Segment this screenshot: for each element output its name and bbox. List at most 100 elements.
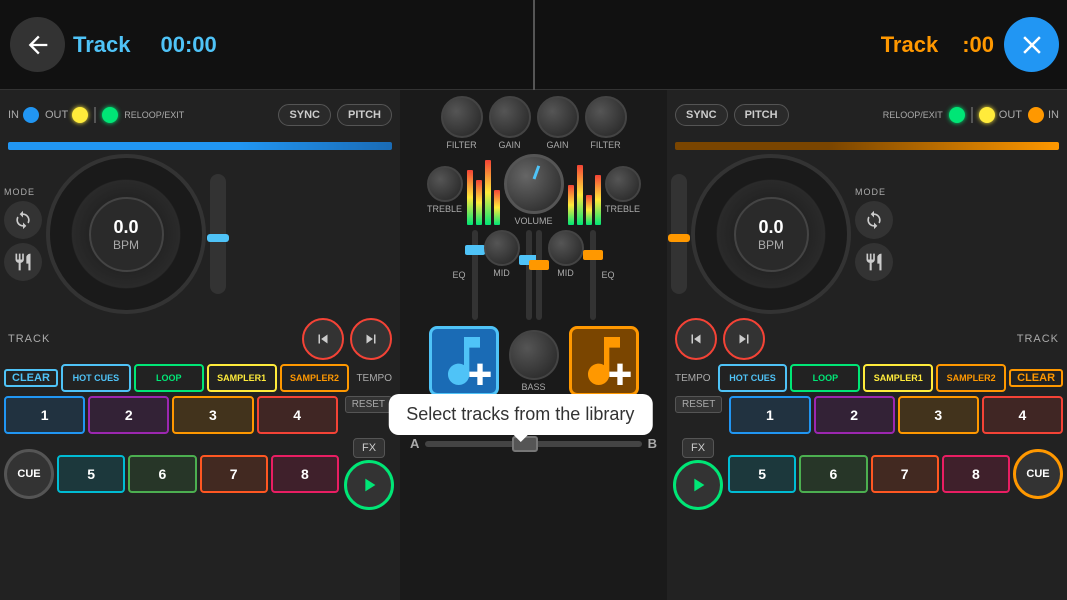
right-vol-handle — [529, 260, 549, 270]
right-reset-button[interactable]: RESET — [675, 396, 722, 413]
right-channel-fader[interactable] — [590, 230, 596, 320]
back-button[interactable] — [10, 17, 65, 72]
left-num-btn-4[interactable]: 4 — [257, 396, 338, 434]
right-filter-knob[interactable] — [585, 96, 627, 138]
mixer-adjust-button[interactable] — [458, 403, 496, 429]
left-turntable[interactable]: 0.0 BPM — [46, 154, 206, 314]
right-prev-track-button[interactable] — [675, 318, 717, 360]
right-track-label: TRACK — [1017, 333, 1059, 345]
right-play-button[interactable] — [673, 460, 723, 510]
mixer-icon — [469, 408, 485, 424]
left-channel-fader[interactable] — [472, 230, 478, 320]
left-mid-label: MID — [493, 268, 510, 278]
left-hotcues-btn[interactable]: HOT CUES — [61, 364, 131, 392]
right-mid-knob[interactable] — [548, 230, 584, 266]
left-sync-button[interactable]: SYNC — [278, 104, 331, 126]
cf-a-label: A — [410, 436, 419, 451]
right-num-btn-5[interactable]: 5 — [728, 455, 796, 493]
right-num-btn-3[interactable]: 3 — [898, 396, 979, 434]
cf-b-label: B — [648, 436, 657, 451]
left-clear-button[interactable]: CLEAR — [4, 369, 58, 387]
music-add-icon-right — [572, 329, 636, 393]
left-cue-button[interactable]: CUE — [4, 449, 54, 499]
right-mode-label: MODE — [855, 187, 893, 197]
right-loop-btn[interactable]: LOOP — [790, 364, 860, 392]
left-num-btn-8[interactable]: 8 — [271, 455, 339, 493]
bass-group: BASS — [509, 330, 559, 392]
left-waveform — [8, 142, 392, 150]
right-sampler1-btn[interactable]: SAMPLER1 — [863, 364, 933, 392]
rec-button[interactable]: REC — [504, 405, 563, 427]
left-mid-group: MID — [484, 230, 520, 278]
right-clear-button[interactable]: CLEAR — [1009, 369, 1063, 387]
target-icon — [582, 408, 598, 424]
right-fx-button[interactable]: FX — [682, 438, 714, 458]
right-num-btn-8[interactable]: 8 — [942, 455, 1010, 493]
left-library-button[interactable] — [429, 326, 499, 396]
right-treble-knob[interactable] — [605, 166, 641, 202]
right-hotcues-btn[interactable]: HOT CUES — [718, 364, 788, 392]
left-num-btn-7[interactable]: 7 — [200, 455, 268, 493]
left-deck-top: IN OUT RELOOP/EXIT SYNC PITCH — [0, 90, 400, 140]
right-pitch-button[interactable]: PITCH — [734, 104, 789, 126]
left-fx-button[interactable]: FX — [353, 438, 385, 458]
left-reset-button[interactable]: RESET — [345, 396, 392, 413]
left-gain-knob[interactable] — [489, 96, 531, 138]
right-num-btn-1[interactable]: 1 — [729, 396, 810, 434]
left-mid-knob[interactable] — [484, 230, 520, 266]
left-next-track-button[interactable] — [350, 318, 392, 360]
left-num-btn-5[interactable]: 5 — [57, 455, 125, 493]
crossfader-area: A B — [400, 432, 667, 455]
right-mode-btn-1[interactable] — [855, 201, 893, 239]
bass-knob[interactable] — [509, 330, 559, 380]
left-turntable-center: 0.0 BPM — [89, 197, 164, 272]
left-num-btn-1[interactable]: 1 — [4, 396, 85, 434]
volume-knob[interactable] — [504, 154, 564, 214]
right-gain-label: GAIN — [546, 140, 568, 150]
left-reloop-label: RELOOP/EXIT — [124, 110, 272, 120]
left-loop-btn[interactable]: LOOP — [134, 364, 204, 392]
left-num-btn-3[interactable]: 3 — [172, 396, 253, 434]
left-prev-track-button[interactable] — [302, 318, 344, 360]
right-mode-btn-2[interactable] — [855, 243, 893, 281]
right-sync-button[interactable]: SYNC — [675, 104, 728, 126]
right-vol-fader[interactable] — [536, 230, 542, 320]
meter-bar-1 — [467, 170, 473, 225]
left-track-label: TRACK — [8, 333, 50, 345]
right-gain-knob[interactable] — [537, 96, 579, 138]
right-turntable[interactable]: 0.0 BPM — [691, 154, 851, 314]
left-play-button[interactable] — [344, 460, 394, 510]
crossfader[interactable] — [425, 441, 641, 447]
crossfader-handle — [512, 436, 538, 452]
left-sampler1-btn[interactable]: SAMPLER1 — [207, 364, 277, 392]
left-mode-btn-1[interactable] — [4, 201, 42, 239]
right-num-btn-2[interactable]: 2 — [814, 396, 895, 434]
left-sampler2-btn[interactable]: SAMPLER2 — [280, 364, 350, 392]
left-num-btn-6[interactable]: 6 — [128, 455, 196, 493]
meter-bar-8 — [595, 175, 601, 225]
right-library-button[interactable] — [569, 326, 639, 396]
right-next-track-button[interactable] — [723, 318, 765, 360]
left-num-btn-2[interactable]: 2 — [88, 396, 169, 434]
left-pitch-handle — [207, 234, 229, 242]
left-filter-knob[interactable] — [441, 96, 483, 138]
right-sampler2-btn[interactable]: SAMPLER2 — [936, 364, 1006, 392]
right-out-group: OUT — [979, 107, 1022, 123]
target-button[interactable] — [571, 403, 609, 429]
left-mode-controls: MODE — [4, 187, 42, 281]
left-treble-knob[interactable] — [427, 166, 463, 202]
left-vol-fader[interactable] — [526, 230, 532, 320]
close-button[interactable] — [1004, 17, 1059, 72]
left-pitch-slider[interactable] — [210, 174, 226, 294]
left-fader-handle — [465, 245, 485, 255]
left-pitch-button[interactable]: PITCH — [337, 104, 392, 126]
rec-dot — [515, 411, 525, 421]
right-num-btn-4[interactable]: 4 — [982, 396, 1063, 434]
center-divider — [533, 0, 535, 90]
left-bpm-label: BPM — [113, 238, 139, 252]
right-num-btn-6[interactable]: 6 — [799, 455, 867, 493]
left-mode-btn-2[interactable] — [4, 243, 42, 281]
right-num-btn-7[interactable]: 7 — [871, 455, 939, 493]
right-cue-button[interactable]: CUE — [1013, 449, 1063, 499]
right-pitch-slider[interactable] — [671, 174, 687, 294]
